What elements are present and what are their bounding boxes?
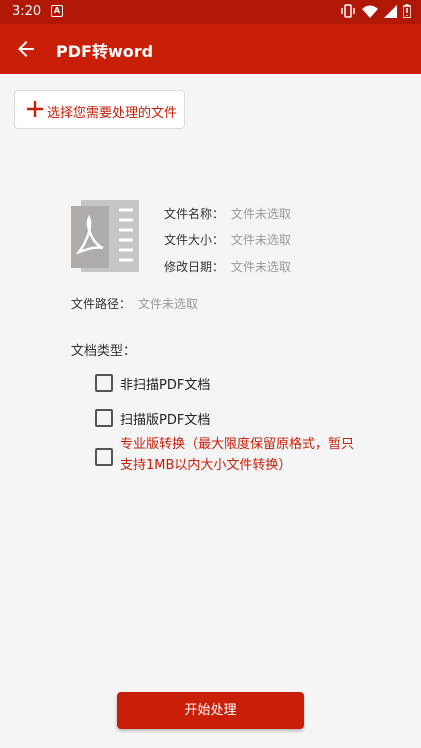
info-row-date: 修改日期： 文件未选取 (164, 258, 291, 275)
select-file-label: 选择您需要处理的文件 (47, 106, 178, 121)
page-title: PDF转word (56, 42, 154, 61)
vibrate-icon (341, 4, 355, 18)
info-row-path: 文件路径： 文件未选取 (71, 295, 198, 312)
option-label: 非扫描PDF文档 (120, 378, 211, 393)
info-row-name: 文件名称： 文件未选取 (164, 205, 291, 222)
info-value: 文件未选取 (231, 207, 292, 221)
plus-icon (27, 101, 43, 117)
info-value: 文件未选取 (231, 233, 292, 247)
info-key: 修改日期： (164, 260, 225, 274)
option-label: 扫描版PDF文档 (120, 413, 211, 428)
doc-type-label: 文档类型： (71, 344, 137, 359)
checkbox[interactable] (95, 448, 113, 466)
start-button[interactable]: 开始处理 (117, 692, 304, 729)
signal-icon (384, 4, 397, 18)
notification-icon: A (51, 5, 63, 17)
app-bar: PDF转word (0, 24, 421, 74)
info-key: 文件名称： (164, 207, 225, 221)
checkbox[interactable] (95, 374, 113, 392)
back-arrow-icon[interactable] (14, 37, 38, 61)
status-bar: 3:20 A (0, 0, 421, 24)
info-value: 文件未选取 (231, 260, 292, 274)
select-file-button[interactable]: 选择您需要处理的文件 (14, 90, 185, 129)
status-time: 3:20 (12, 4, 42, 19)
info-row-size: 文件大小： 文件未选取 (164, 231, 291, 248)
checkbox[interactable] (95, 409, 113, 427)
info-value: 文件未选取 (138, 297, 199, 311)
wifi-icon (362, 5, 378, 18)
battery-icon (403, 4, 411, 18)
option-label: 专业版转换（最大限度保留原格式，暂只支持1MB以内大小文件转换） (120, 437, 355, 473)
pdf-file-icon (71, 200, 139, 272)
info-key: 文件路径： (71, 297, 132, 311)
info-key: 文件大小： (164, 233, 225, 247)
